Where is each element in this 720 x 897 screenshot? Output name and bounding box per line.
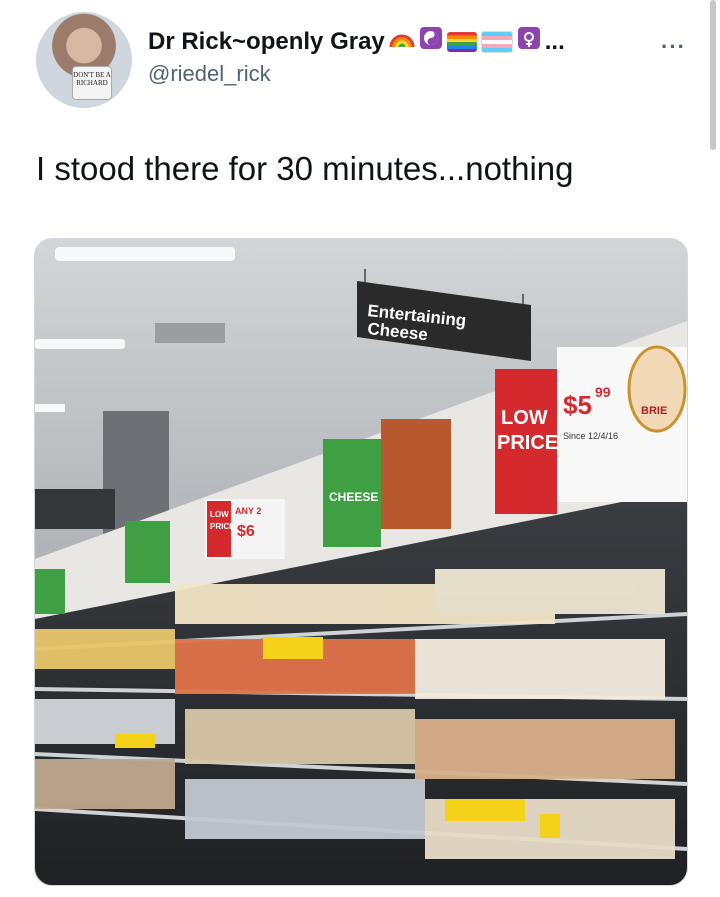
price-dollars: $5 (563, 390, 592, 420)
any2-label: ANY 2 (235, 506, 261, 516)
scrollbar[interactable] (710, 0, 716, 150)
avatar[interactable]: DON'T BE A RICHARD (36, 12, 132, 108)
display-name[interactable]: Dr Rick~openly Gray (148, 28, 385, 56)
any2-price: $6 (237, 523, 255, 540)
tweet-header: DON'T BE A RICHARD Dr Rick~openly Gray .… (36, 12, 686, 112)
supermarket-photo: LOW PRICE ANY 2 $6 CHEESE LOW PRICE $5 9… (35, 239, 687, 885)
brie-label: BRIE (641, 405, 667, 417)
tweet-photo[interactable]: LOW PRICE ANY 2 $6 CHEESE LOW PRICE $5 9… (34, 238, 688, 886)
low-price-line1: LOW (501, 407, 548, 429)
yin-yang-icon (419, 26, 443, 57)
mug-text: DON'T BE A RICHARD (73, 71, 111, 87)
more-options-icon[interactable]: ··· (661, 34, 686, 60)
low-price-line2: PRICE (497, 432, 558, 454)
cheese-sign: CHEESE (329, 490, 378, 504)
low-price-small-text: PRICE (210, 522, 235, 531)
mug: DON'T BE A RICHARD (72, 66, 112, 100)
low-price-small-text: LOW (210, 510, 229, 519)
transgender-symbol-icon (517, 26, 541, 57)
trans-flag-icon (480, 30, 513, 53)
price-cents: 99 (595, 384, 611, 400)
display-name-row[interactable]: Dr Rick~openly Gray ... (148, 26, 565, 57)
handle[interactable]: @riedel_rick (148, 61, 565, 87)
tweet-text: I stood there for 30 minutes...nothing (36, 150, 574, 187)
name-ellipsis: ... (544, 27, 565, 55)
rainbow-icon (389, 27, 415, 56)
pride-flag-icon (446, 31, 477, 52)
since-text: Since 12/4/16 (563, 431, 618, 441)
author-names: Dr Rick~openly Gray ... @riedel_rick (148, 26, 565, 87)
